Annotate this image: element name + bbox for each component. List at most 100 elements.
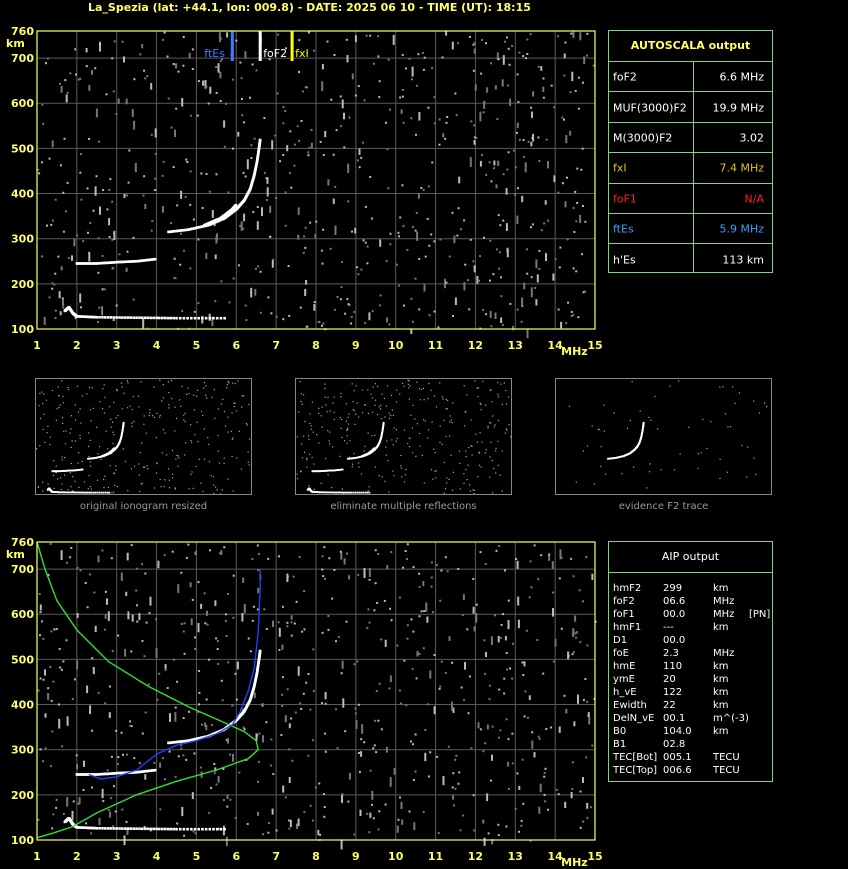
thumbnail-noise	[341, 488, 343, 490]
noise-dot	[468, 36, 471, 38]
thumbnail-noise	[194, 434, 196, 436]
noise-dot	[125, 591, 128, 596]
noise-dot	[528, 596, 531, 599]
thumbnail-noise	[246, 424, 248, 426]
noise-dot	[515, 558, 518, 560]
noise-dot	[494, 614, 496, 617]
thumbnail-noise	[97, 453, 99, 455]
thumbnail-noise	[648, 416, 650, 418]
thumbnail-noise	[88, 445, 90, 448]
noise-dot	[253, 137, 256, 140]
marker-line-fxI	[290, 31, 294, 61]
thumbnail-noise	[190, 439, 192, 442]
trace-point-es_trace	[152, 827, 155, 831]
noise-dot	[573, 231, 576, 233]
x-tick-label: 1	[33, 850, 41, 863]
thumbnail-noise	[346, 442, 348, 444]
noise-dot	[214, 254, 217, 260]
thumbnail-noise	[345, 403, 347, 405]
thumbnail-noise	[143, 415, 145, 417]
noise-dot	[461, 614, 464, 616]
aip-unit: TECU	[713, 752, 740, 763]
thumbnail-noise	[121, 386, 123, 388]
noise-dot	[429, 670, 432, 679]
thumbnail-noise	[188, 488, 190, 490]
noise-dot	[323, 793, 326, 795]
thumbnail-trace	[340, 491, 343, 494]
thumbnail-noise	[367, 432, 369, 434]
noise-dot	[241, 614, 244, 622]
noise-dot	[113, 40, 116, 43]
thumbnail-noise	[407, 443, 409, 445]
noise-dot	[60, 550, 63, 560]
noise-dot	[489, 279, 491, 282]
thumbnail-noise	[167, 381, 169, 383]
noise-dot	[378, 682, 381, 685]
noise-dot	[459, 829, 462, 832]
trace-point-es_trace	[138, 827, 141, 830]
aip-value: 00.1	[663, 713, 686, 724]
noise-dot	[97, 555, 100, 563]
thumbnail-noise	[191, 471, 193, 473]
noise-dot	[335, 129, 338, 132]
noise-dot	[359, 809, 362, 817]
noise-dot	[507, 738, 510, 741]
noise-dot	[473, 48, 476, 54]
trace-point-es_trace	[197, 827, 200, 831]
noise-dot	[358, 148, 361, 155]
noise-dot	[375, 690, 378, 692]
thumbnail-noise	[90, 420, 92, 422]
thumbnail-noise	[103, 384, 105, 386]
thumbnail-trace	[358, 491, 361, 494]
noise-dot	[430, 576, 433, 579]
thumbnail-noise	[171, 450, 174, 452]
noise-dot	[115, 304, 118, 307]
noise-dot	[548, 554, 551, 561]
noise-dot	[498, 251, 501, 254]
thumbnail-noise	[196, 395, 198, 397]
noise-dot	[185, 758, 188, 761]
noise-dot	[289, 819, 292, 827]
thumbnail-noise	[444, 488, 447, 490]
thumbnail-noise	[452, 471, 454, 473]
thumbnail-noise	[81, 460, 83, 463]
thumbnail-noise	[339, 455, 341, 457]
noise-dot	[538, 737, 541, 740]
thumbnail-noise	[89, 461, 91, 463]
noise-dot	[377, 828, 380, 831]
noise-dot	[530, 106, 533, 109]
noise-dot	[46, 57, 49, 60]
thumbnail-noise	[55, 419, 57, 421]
thumbnail-noise	[47, 425, 49, 427]
thumbnail-noise	[403, 429, 405, 431]
noise-dot	[258, 732, 261, 735]
trace-point-es_trace	[149, 316, 153, 320]
noise-dot	[410, 618, 413, 621]
noise-dot	[77, 802, 80, 805]
thumbnail-noise	[223, 462, 225, 464]
thumbnail-noise	[103, 487, 105, 489]
noise-dot	[448, 636, 451, 641]
noise-dot	[423, 56, 426, 59]
noise-dot	[548, 553, 551, 556]
aip-param: foF2	[613, 596, 635, 607]
noise-dot	[353, 833, 356, 836]
noise-dot	[243, 213, 246, 222]
trace-point-es_trace	[161, 827, 164, 831]
noise-dot	[388, 687, 391, 690]
thumbnail-noise	[249, 438, 251, 440]
noise-dot	[256, 221, 259, 230]
noise-dot	[115, 113, 118, 116]
trace-point-es_trace	[112, 827, 116, 830]
trace-point-es_trace	[104, 827, 107, 830]
thumbnail-noise	[380, 408, 382, 410]
thumbnail-noise	[313, 488, 315, 490]
noise-dot	[270, 312, 273, 315]
thumbnail-noise	[320, 482, 322, 484]
noise-dot	[330, 98, 333, 101]
noise-dot	[570, 315, 573, 318]
noise-dot	[428, 775, 430, 778]
autoscala-value: 19.9 MHz	[712, 101, 764, 115]
thumbnail-noise	[70, 415, 73, 417]
thumbnail-noise	[113, 434, 115, 436]
